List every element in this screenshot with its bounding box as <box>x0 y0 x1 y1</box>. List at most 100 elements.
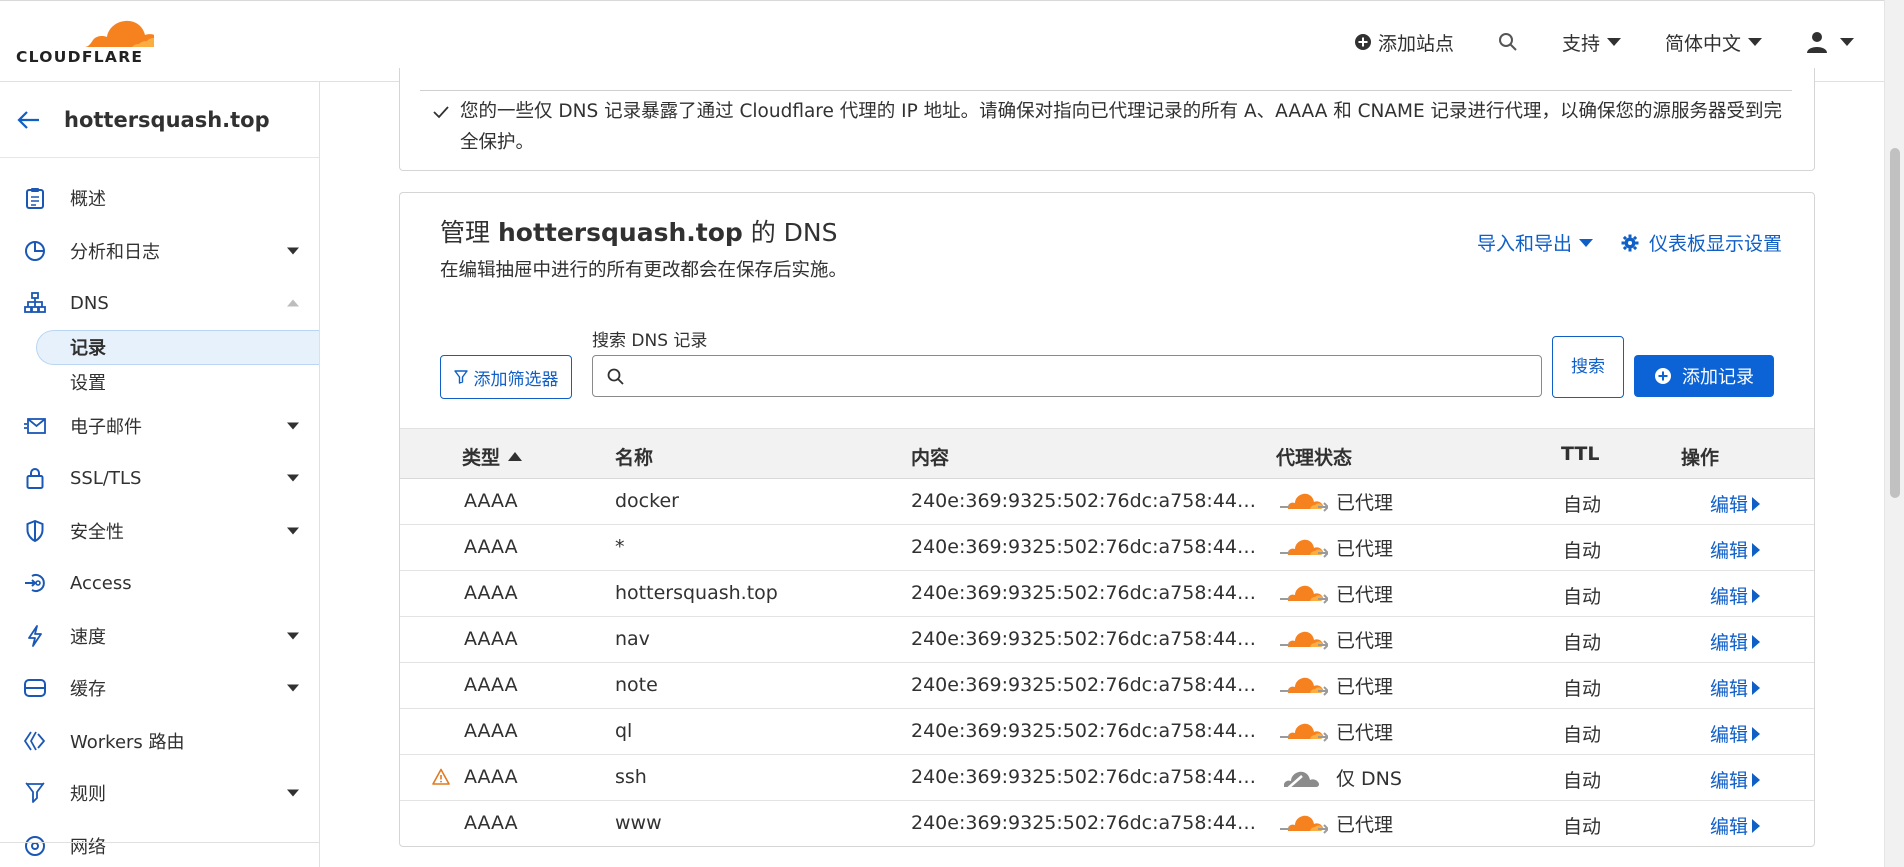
back-arrow-icon[interactable] <box>16 107 42 133</box>
scrollbar-thumb[interactable] <box>1890 148 1900 498</box>
edit-record-button[interactable]: 编辑 <box>1710 582 1761 609</box>
proxied-cloud-icon <box>1280 585 1328 604</box>
import-export-menu[interactable]: 导入和导出 <box>1477 229 1593 256</box>
dashboard-display-settings[interactable]: 仪表板显示设置 <box>1621 229 1782 256</box>
record-ttl: 自动 <box>1563 816 1602 838</box>
sidebar-item-label: DNS <box>70 292 109 314</box>
edit-record-button[interactable]: 编辑 <box>1710 628 1761 655</box>
add-site-button[interactable]: 添加站点 <box>1354 29 1454 56</box>
sidebar-item-overview[interactable]: 概述 <box>0 172 319 225</box>
search-button[interactable] <box>1498 32 1518 52</box>
sidebar-item-label: 设置 <box>70 373 106 394</box>
sidebar-item-access[interactable]: Access <box>0 557 319 610</box>
table-row[interactable]: AAAA www 240e:369:9325:502:76dc:a758:44fb:… <box>400 801 1814 846</box>
import-export-label: 导入和导出 <box>1476 233 1572 255</box>
globe-icon <box>24 835 46 857</box>
title-suffix: 的 DNS <box>750 218 838 247</box>
proxy-status-label: 已代理 <box>1336 675 1394 698</box>
dashboard-settings-label: 仪表板显示设置 <box>1648 233 1782 255</box>
edit-label: 编辑 <box>1710 540 1749 562</box>
add-record-button[interactable]: 添加记录 <box>1634 355 1774 397</box>
sidebar-subitem-settings[interactable]: 设置 <box>0 365 319 400</box>
proxy-status-label: 已代理 <box>1336 813 1394 836</box>
record-name: note <box>615 674 658 696</box>
chevron-down-icon <box>287 527 299 535</box>
page-scrollbar[interactable] <box>1884 0 1904 867</box>
add-filter-label: 添加筛选器 <box>473 369 559 390</box>
record-type: AAAA <box>464 674 518 696</box>
edit-record-button[interactable]: 编辑 <box>1710 490 1761 517</box>
record-name: * <box>615 536 625 558</box>
sidebar: hottersquash.top 概述 分析和日志 DNS 记录 设置 电子邮件… <box>0 82 320 867</box>
sidebar-item-label: 概述 <box>70 189 106 211</box>
user-menu[interactable] <box>1806 31 1854 53</box>
sidebar-item-workers-routes[interactable]: Workers 路由 <box>0 715 319 768</box>
edit-record-button[interactable]: 编辑 <box>1710 674 1761 701</box>
chevron-down-icon <box>287 632 299 640</box>
warning-triangle-icon <box>432 768 450 785</box>
proxy-status: 已代理 <box>1280 487 1393 515</box>
sidebar-item-speed[interactable]: 速度 <box>0 610 319 663</box>
chart-pie-icon <box>24 240 46 262</box>
record-name: ssh <box>615 766 647 788</box>
sidebar-item-cache[interactable]: 缓存 <box>0 662 319 715</box>
dns-search-input[interactable] <box>592 355 1542 397</box>
edit-label: 编辑 <box>1710 816 1749 838</box>
sidebar-item-label: 记录 <box>70 338 106 359</box>
record-ttl: 自动 <box>1563 770 1602 792</box>
record-content: 240e:369:9325:502:76dc:a758:44fb:... <box>911 812 1260 834</box>
table-header: 类型 名称 内容 代理状态 TTL 操作 <box>400 428 1814 479</box>
sidebar-item-security[interactable]: 安全性 <box>0 505 319 558</box>
add-filter-button[interactable]: 添加筛选器 <box>440 355 572 399</box>
edit-record-button[interactable]: 编辑 <box>1710 720 1761 747</box>
search-button[interactable]: 搜索 <box>1552 336 1624 398</box>
language-menu[interactable]: 简体中文 <box>1665 29 1762 56</box>
proxied-cloud-icon <box>1280 539 1328 558</box>
search-icon <box>607 368 624 385</box>
site-header: hottersquash.top <box>0 82 319 158</box>
table-row[interactable]: AAAA ql 240e:369:9325:502:76dc:a758:44fb:.… <box>400 709 1814 755</box>
edit-record-button[interactable]: 编辑 <box>1710 766 1761 793</box>
sidebar-item-email[interactable]: 电子邮件 <box>0 400 319 453</box>
table-row[interactable]: AAAA note 240e:369:9325:502:76dc:a758:44fb… <box>400 663 1814 709</box>
chevron-down-icon <box>287 789 299 797</box>
record-content: 240e:369:9325:502:76dc:a758:44fb:... <box>911 766 1260 788</box>
sidebar-item-ssl[interactable]: SSL/TLS <box>0 452 319 505</box>
table-row[interactable]: AAAA nav 240e:369:9325:502:76dc:a758:44fb:… <box>400 617 1814 663</box>
sidebar-item-rules[interactable]: 规则 <box>0 767 319 820</box>
proxy-status-label: 已代理 <box>1336 537 1394 560</box>
sort-ascending-icon <box>508 452 523 461</box>
add-record-label: 添加记录 <box>1682 367 1754 388</box>
warning-text: 您的一些仅 DNS 记录暴露了通过 Cloudflare 代理的 IP 地址。请… <box>460 101 1783 153</box>
edit-record-button[interactable]: 编辑 <box>1710 812 1761 839</box>
chevron-down-icon <box>287 684 299 692</box>
divider <box>0 842 319 843</box>
sidebar-item-network[interactable]: 网络 <box>0 820 319 867</box>
chevron-down-icon <box>287 422 299 430</box>
table-row[interactable]: AAAA * 240e:369:9325:502:76dc:a758:44fb:..… <box>400 525 1814 571</box>
sidebar-subitem-records[interactable]: 记录 <box>36 329 319 365</box>
proxy-status: 已代理 <box>1280 579 1393 607</box>
record-name: ql <box>615 720 633 742</box>
support-menu[interactable]: 支持 <box>1562 29 1621 56</box>
column-header-type[interactable]: 类型 <box>462 443 523 470</box>
edit-record-button[interactable]: 编辑 <box>1710 536 1761 563</box>
table-row[interactable]: AAAA docker 240e:369:9325:502:76dc:a758:44… <box>400 479 1814 525</box>
title-prefix: 管理 <box>440 218 491 247</box>
sidebar-item-analytics[interactable]: 分析和日志 <box>0 225 319 278</box>
sidebar-item-dns[interactable]: DNS <box>0 277 319 330</box>
record-type: AAAA <box>464 766 518 788</box>
chevron-down-icon <box>1840 38 1854 46</box>
sidebar-item-label: 安全性 <box>70 521 124 543</box>
edit-label: 编辑 <box>1710 494 1749 516</box>
table-row[interactable]: AAAA hottersquash.top 240e:369:9325:502:76… <box>400 571 1814 617</box>
table-row[interactable]: AAAA ssh 240e:369:9325:502:76dc:a758:44fb:… <box>400 755 1814 801</box>
proxy-status-label: 已代理 <box>1336 721 1394 744</box>
proxy-status: 已代理 <box>1280 809 1393 837</box>
plus-circle-icon <box>1655 368 1671 384</box>
cloudflare-logo[interactable]: CLOUDFLARE <box>14 15 162 67</box>
support-label: 支持 <box>1561 32 1600 55</box>
proxy-status-label: 已代理 <box>1336 491 1394 514</box>
bolt-icon <box>24 624 46 647</box>
chevron-right-icon <box>1752 634 1761 649</box>
